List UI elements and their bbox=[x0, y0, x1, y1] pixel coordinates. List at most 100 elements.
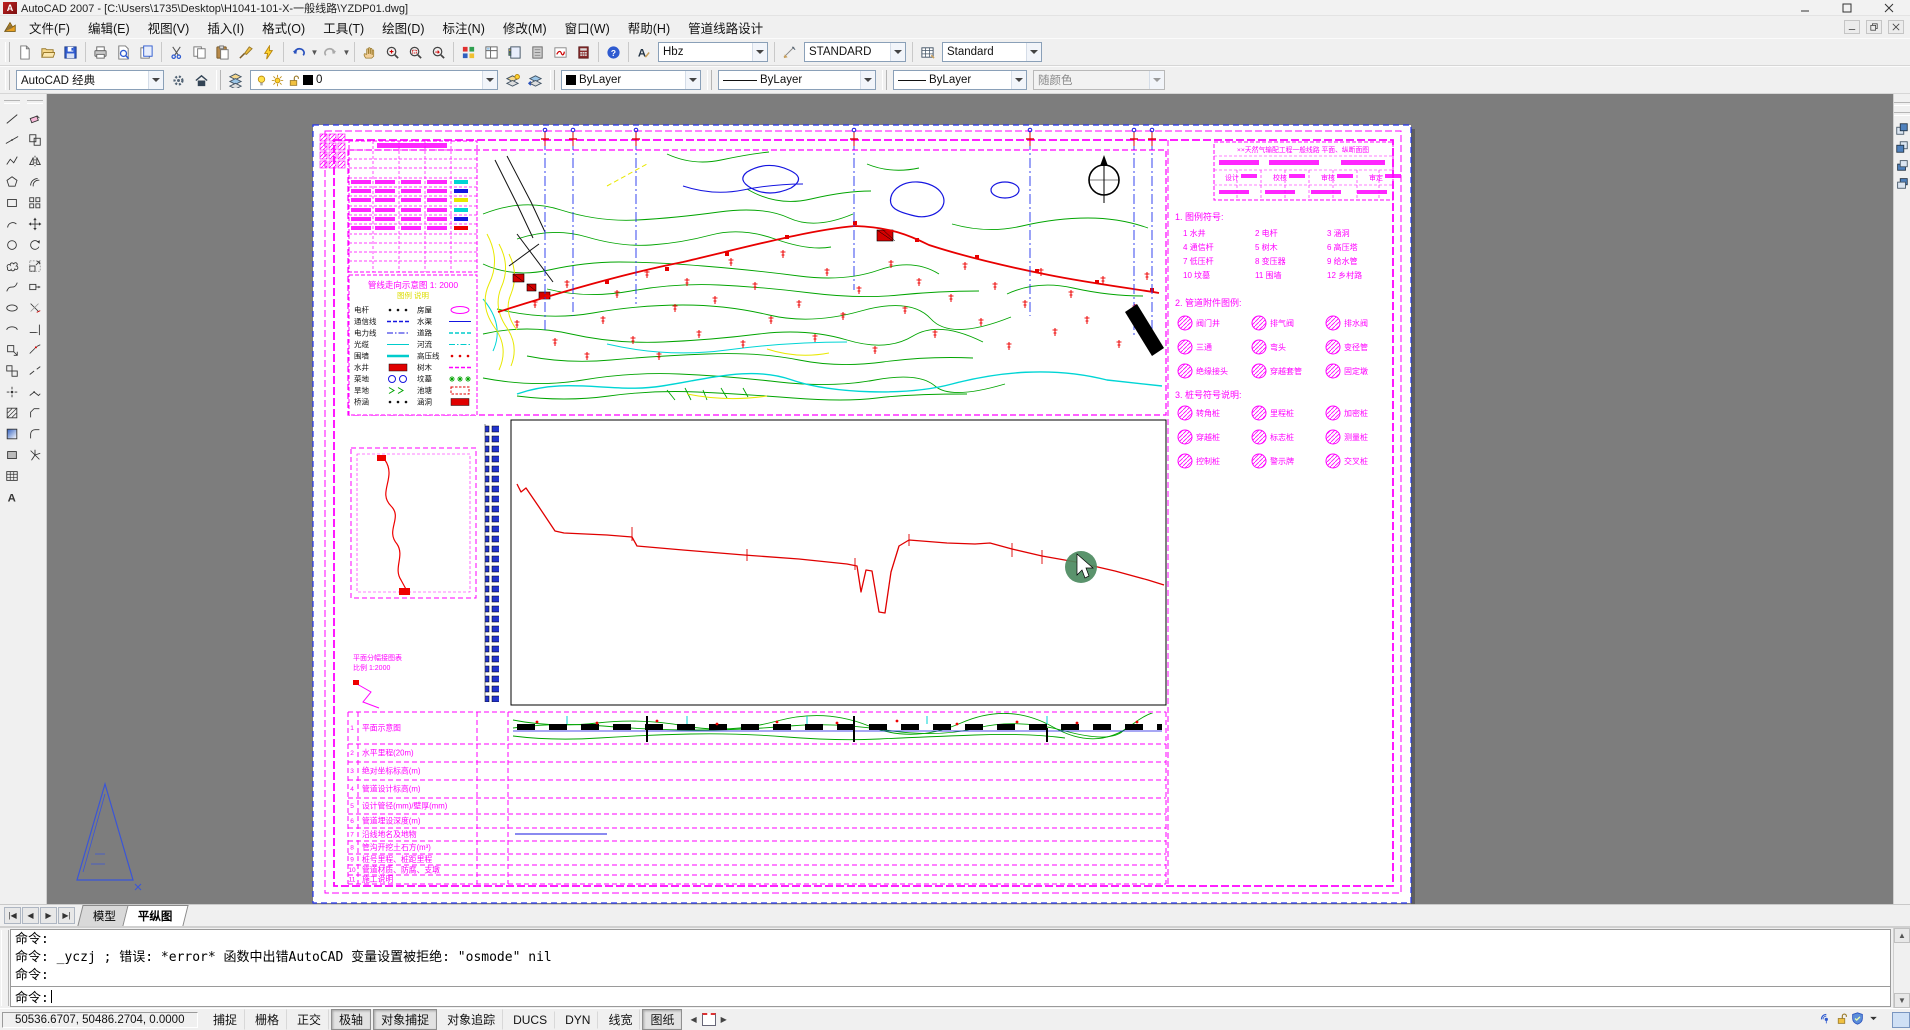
menu-item-工具T[interactable]: 工具(T) bbox=[314, 16, 373, 39]
menu-item-标注N[interactable]: 标注(N) bbox=[434, 16, 494, 39]
color-select[interactable]: ByLayer bbox=[561, 70, 701, 90]
my-workspace-button[interactable] bbox=[190, 69, 213, 92]
extend-button[interactable] bbox=[24, 318, 45, 339]
calculator-button[interactable] bbox=[572, 41, 595, 64]
chevron-down-icon[interactable] bbox=[890, 43, 905, 61]
break-button[interactable] bbox=[24, 360, 45, 381]
point-button[interactable] bbox=[1, 381, 22, 402]
dim-style-select[interactable]: STANDARD bbox=[804, 42, 906, 62]
maximize-button[interactable] bbox=[1826, 0, 1868, 15]
next-tab-button[interactable]: ▶ bbox=[40, 907, 57, 924]
help-button[interactable]: ? bbox=[602, 41, 625, 64]
layer-states-button[interactable] bbox=[501, 69, 524, 92]
toggle-对象捕捉[interactable]: 对象捕捉 bbox=[373, 1009, 437, 1030]
scroll-down-button[interactable]: ▼ bbox=[1894, 993, 1910, 1008]
menu-item-文件F[interactable]: 文件(F) bbox=[20, 16, 79, 39]
drawing-area[interactable]: 管线走向示意图 1: 2000 图例 说明 电杆房屋通信线水渠电力线道路光缆河流… bbox=[47, 94, 1893, 904]
lock-open-button[interactable] bbox=[1835, 1012, 1848, 1028]
arc-button[interactable] bbox=[1, 213, 22, 234]
next-layout-icon[interactable]: ▶ bbox=[718, 1014, 730, 1025]
redo-button[interactable] bbox=[319, 41, 342, 64]
plot-preview-button[interactable] bbox=[112, 41, 135, 64]
chamfer-button[interactable] bbox=[24, 402, 45, 423]
minimize-button[interactable] bbox=[1784, 0, 1826, 15]
chevron-down-icon[interactable] bbox=[1026, 43, 1041, 61]
drawing-canvas[interactable]: 管线走向示意图 1: 2000 图例 说明 电杆房屋通信线水渠电力线道路光缆河流… bbox=[47, 94, 1893, 904]
save-button[interactable] bbox=[59, 41, 82, 64]
menu-item-修改M[interactable]: 修改(M) bbox=[494, 16, 556, 39]
erase-button[interactable] bbox=[24, 108, 45, 129]
undo-dropdown-caret[interactable]: ▼ bbox=[310, 48, 319, 57]
hatch-button[interactable] bbox=[1, 402, 22, 423]
command-scrollbar[interactable]: ▲ ▼ bbox=[1893, 928, 1910, 1008]
toolbar-grip[interactable] bbox=[4, 100, 20, 104]
paste-button[interactable] bbox=[211, 41, 234, 64]
command-history[interactable]: 命令:命令: _yczj ; 错误: *error* 函数中出错AutoCAD … bbox=[11, 930, 1890, 986]
quick-view-icon[interactable] bbox=[702, 1013, 716, 1026]
workspace-select[interactable]: AutoCAD 经典 bbox=[16, 70, 164, 90]
copy-object-button[interactable] bbox=[24, 129, 45, 150]
revision-cloud-button[interactable] bbox=[1, 255, 22, 276]
block-editor-button[interactable] bbox=[257, 41, 280, 64]
toolbar-grip[interactable] bbox=[5, 70, 10, 90]
stretch-button[interactable] bbox=[24, 276, 45, 297]
menu-item-编辑E[interactable]: 编辑(E) bbox=[79, 16, 139, 39]
fillet-button[interactable] bbox=[24, 423, 45, 444]
doc-minimize-button[interactable] bbox=[1844, 20, 1860, 34]
toolbar-grip[interactable] bbox=[1894, 112, 1910, 116]
ellipse-button[interactable] bbox=[1, 297, 22, 318]
toolbar-grip[interactable] bbox=[216, 70, 221, 90]
markup-button[interactable] bbox=[549, 41, 572, 64]
rectangle-button[interactable] bbox=[1, 192, 22, 213]
layer-previous-button[interactable] bbox=[524, 69, 547, 92]
chevron-down-icon[interactable] bbox=[1011, 71, 1026, 89]
draworder-bring-above-button[interactable] bbox=[1894, 156, 1910, 174]
line-button[interactable] bbox=[1, 108, 22, 129]
layer-select[interactable]: 0 bbox=[250, 70, 498, 90]
move-button[interactable] bbox=[24, 213, 45, 234]
close-button[interactable] bbox=[1868, 0, 1910, 15]
menu-item-插入I[interactable]: 插入(I) bbox=[198, 16, 253, 39]
break-at-point-button[interactable] bbox=[24, 339, 45, 360]
unlock-icon[interactable] bbox=[287, 74, 300, 87]
menu-item-管道线路设计[interactable]: 管道线路设计 bbox=[679, 16, 772, 39]
toggle-线宽[interactable]: 线宽 bbox=[600, 1009, 640, 1030]
toolbar-grip[interactable] bbox=[550, 70, 555, 90]
cut-button[interactable] bbox=[165, 41, 188, 64]
tool-palettes-button[interactable] bbox=[503, 41, 526, 64]
offset-button[interactable] bbox=[24, 171, 45, 192]
spline-button[interactable] bbox=[1, 276, 22, 297]
undo-button[interactable] bbox=[287, 41, 310, 64]
zoom-previous-button[interactable] bbox=[427, 41, 450, 64]
make-block-button[interactable] bbox=[1, 360, 22, 381]
gradient-button[interactable] bbox=[1, 423, 22, 444]
toolbar-grip[interactable] bbox=[882, 70, 887, 90]
toggle-捕捉[interactable]: 捕捉 bbox=[205, 1009, 245, 1030]
chevron-down-icon[interactable] bbox=[860, 71, 875, 89]
tab-平纵图[interactable]: 平纵图 bbox=[122, 905, 188, 926]
circle-button[interactable] bbox=[1, 234, 22, 255]
layer-color-swatch[interactable] bbox=[303, 75, 313, 85]
construction-line-button[interactable] bbox=[1, 129, 22, 150]
lineweight-select[interactable]: ByLayer bbox=[893, 70, 1027, 90]
redo-dropdown-caret[interactable]: ▼ bbox=[342, 48, 351, 57]
chevron-down-icon[interactable] bbox=[752, 43, 767, 61]
pan-button[interactable] bbox=[358, 41, 381, 64]
prev-tab-button[interactable]: ◀ bbox=[22, 907, 39, 924]
toolbar-grip[interactable] bbox=[5, 42, 10, 62]
table-style-select[interactable]: Standard bbox=[942, 42, 1042, 62]
toolbar-grip[interactable] bbox=[1894, 102, 1910, 106]
sun-icon[interactable] bbox=[271, 74, 284, 87]
explode-button[interactable] bbox=[24, 444, 45, 465]
first-tab-button[interactable]: |◀ bbox=[4, 907, 21, 924]
text-style-select[interactable]: Hbz bbox=[658, 42, 768, 62]
zoom-window-button[interactable] bbox=[404, 41, 427, 64]
layer-properties-button[interactable] bbox=[224, 69, 247, 92]
join-button[interactable] bbox=[24, 381, 45, 402]
plot-button[interactable] bbox=[89, 41, 112, 64]
toggle-图纸[interactable]: 图纸 bbox=[642, 1009, 682, 1030]
publish-button[interactable] bbox=[135, 41, 158, 64]
text-style-manager-button[interactable]: A bbox=[632, 41, 655, 64]
update-shield-button[interactable] bbox=[1851, 1012, 1864, 1028]
open-button[interactable] bbox=[36, 41, 59, 64]
